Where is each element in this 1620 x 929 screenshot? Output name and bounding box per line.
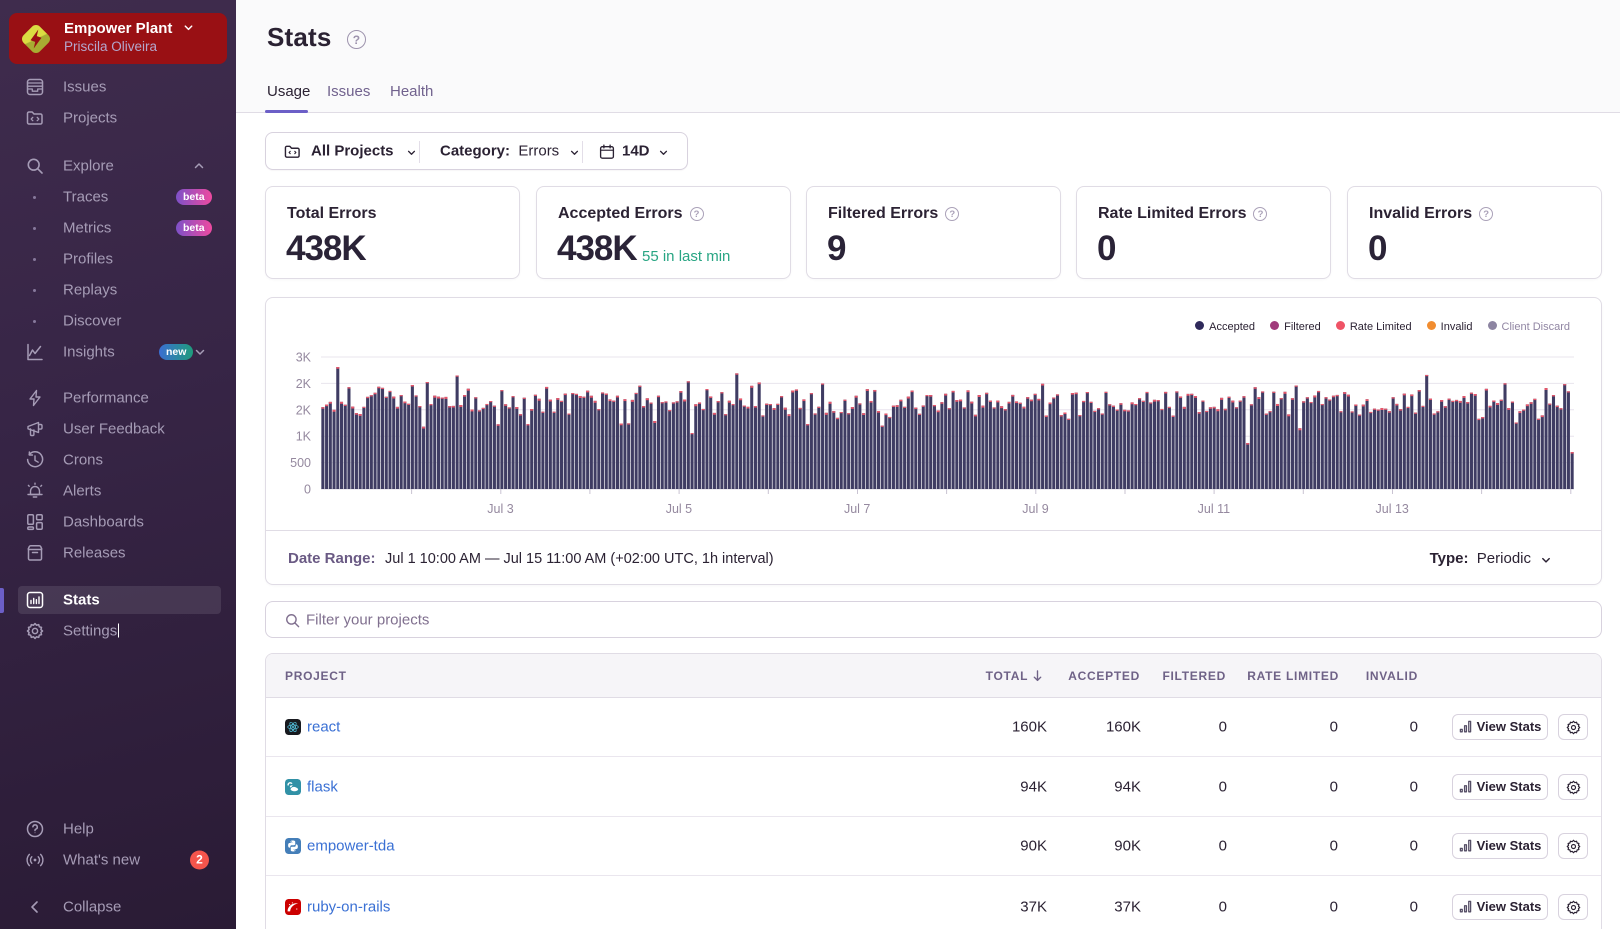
svg-text:Jul 13: Jul 13 — [1376, 502, 1409, 516]
svg-text:Jul 5: Jul 5 — [666, 502, 692, 516]
svg-text:2K: 2K — [296, 403, 312, 417]
svg-text:0: 0 — [304, 483, 311, 497]
svg-text:2K: 2K — [296, 377, 312, 391]
svg-text:3K: 3K — [296, 351, 312, 365]
svg-text:Jul 11: Jul 11 — [1198, 502, 1230, 516]
svg-text:Jul 9: Jul 9 — [1022, 502, 1048, 516]
svg-text:Jul 7: Jul 7 — [844, 502, 870, 516]
svg-text:Jul 3: Jul 3 — [487, 502, 513, 516]
svg-text:1K: 1K — [296, 430, 312, 444]
svg-text:500: 500 — [290, 456, 311, 470]
